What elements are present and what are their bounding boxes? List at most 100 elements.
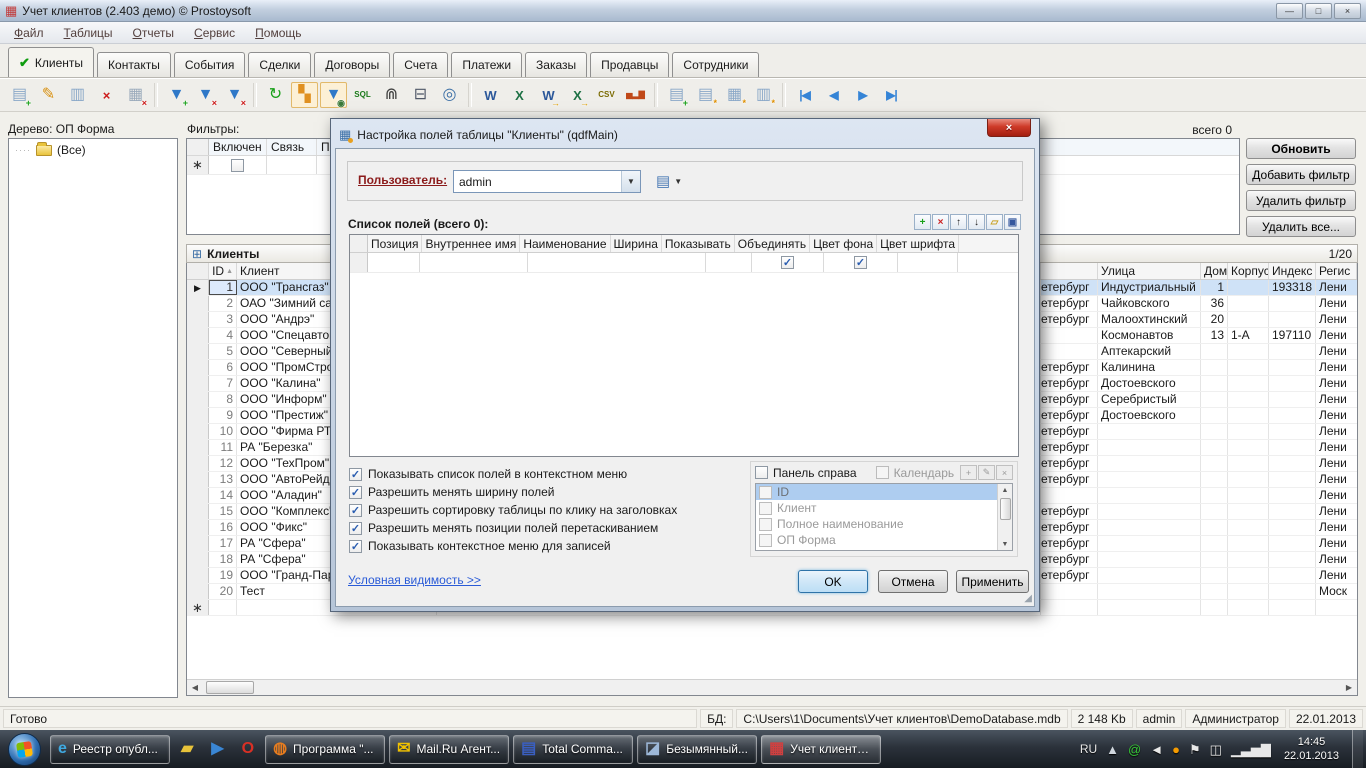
calendar-checkbox[interactable] [876, 466, 889, 479]
toolbar-icon[interactable]: ▶| [878, 82, 905, 108]
tab[interactable]: События [174, 52, 246, 77]
col-region[interactable]: Регис [1316, 263, 1357, 279]
tab[interactable]: Сотрудники [672, 52, 759, 77]
tray-icon[interactable]: ▲ [1106, 743, 1119, 756]
list-item-checkbox[interactable] [759, 518, 772, 531]
list-item[interactable]: Полное наименование [756, 516, 997, 532]
col-house[interactable]: Дом [1201, 263, 1228, 279]
toolbar-icon[interactable]: ▥ [64, 82, 91, 108]
option-checkbox[interactable] [349, 522, 362, 535]
toolbar-icon[interactable]: W [477, 82, 504, 108]
fields-table-column[interactable]: Цвет шрифта [877, 235, 959, 252]
toolbar-icon[interactable]: ▼ ◉ [320, 82, 347, 108]
toolbar-icon[interactable]: X → [564, 82, 591, 108]
toolbar-icon[interactable] [654, 83, 658, 107]
option-checkbox[interactable] [349, 486, 362, 499]
toolbar-icon[interactable]: ⊟ [407, 82, 434, 108]
toolbar-icon[interactable]: ✎ [35, 82, 62, 108]
scrollbar-thumb[interactable] [1000, 498, 1011, 520]
filter-action-button[interactable]: Удалить фильтр [1246, 190, 1356, 211]
taskbar-clock[interactable]: 14:45 22.01.2013 [1280, 735, 1343, 764]
fields-toolbar-icon[interactable]: ↓ [968, 214, 985, 230]
toolbar-icon[interactable]: ⋒ [378, 82, 405, 108]
toolbar-icon[interactable]: ▚ [291, 82, 318, 108]
minimize-button[interactable]: — [1276, 3, 1303, 19]
menu-item[interactable]: Отчеты [123, 23, 185, 43]
tab[interactable]: Заказы [525, 52, 587, 77]
toolbar-icon[interactable]: ▤ + [6, 82, 33, 108]
show-field-checkbox[interactable] [781, 256, 794, 269]
close-button[interactable]: × [1334, 3, 1361, 19]
panel-field-icon[interactable]: + [960, 465, 977, 480]
toolbar-icon[interactable]: ▼ × [192, 82, 219, 108]
fields-table-column[interactable]: Объединять [735, 235, 810, 252]
fields-table-column[interactable]: Наименование [520, 235, 610, 252]
horizontal-scrollbar[interactable]: ◀ ▶ [187, 679, 1357, 695]
toolbar-icon[interactable]: ▥ * [750, 82, 777, 108]
toolbar-icon[interactable]: ◀ [820, 82, 847, 108]
toolbar-icon[interactable]: ▤ + [663, 82, 690, 108]
col-id[interactable]: ID▲ [209, 263, 237, 279]
toolbar-icon[interactable]: ▼ × [221, 82, 248, 108]
right-panel-checkbox[interactable] [755, 466, 768, 479]
list-item-checkbox[interactable] [759, 502, 772, 515]
resize-grip[interactable]: ◢ [1024, 593, 1032, 604]
tray-icon[interactable]: @ [1128, 743, 1141, 756]
dialog-close-button[interactable]: × [987, 119, 1031, 137]
filters-col-relation[interactable]: Связь [267, 139, 317, 155]
user-label[interactable]: Пользователь: [358, 173, 447, 187]
taskbar-button[interactable]: e Реестр опубл... [50, 735, 170, 764]
start-button[interactable] [8, 733, 41, 766]
fields-toolbar-icon[interactable]: × [932, 214, 949, 230]
toolbar-icon[interactable]: W → [535, 82, 562, 108]
ok-button[interactable]: OK [798, 570, 868, 593]
option-checkbox[interactable] [349, 468, 362, 481]
menu-item[interactable]: Файл [4, 23, 54, 43]
toolbar-icon[interactable]: ▼ + [163, 82, 190, 108]
filters-col-enabled[interactable]: Включен [209, 139, 267, 155]
scroll-up-icon[interactable]: ▲ [1002, 484, 1009, 496]
maximize-button[interactable]: □ [1305, 3, 1332, 19]
tray-icon[interactable]: ▁▃▅▇ [1231, 743, 1271, 756]
toolbar-icon[interactable] [253, 83, 257, 107]
toolbar-icon[interactable]: ▅▂▇ [622, 82, 649, 108]
fields-toolbar-icon[interactable]: ▱ [986, 214, 1003, 230]
fields-table-row[interactable] [350, 253, 1018, 273]
filter-enabled-checkbox[interactable] [231, 159, 244, 172]
show-desktop-button[interactable] [1352, 730, 1363, 768]
taskbar-button[interactable]: ▦ Учет клиенто... [761, 735, 881, 764]
fields-toolbar-icon[interactable]: ▣ [1004, 214, 1021, 230]
col-street[interactable]: Улица [1098, 263, 1201, 279]
filter-action-button[interactable]: Удалить все... [1246, 216, 1356, 237]
toolbar-icon[interactable]: X [506, 82, 533, 108]
toolbar-icon[interactable]: |◀ [791, 82, 818, 108]
menu-item[interactable]: Таблицы [54, 23, 123, 43]
toolbar-icon[interactable]: × [93, 82, 120, 108]
toolbar-icon[interactable]: SQL [349, 82, 376, 108]
taskbar-button[interactable]: ▶ [204, 735, 230, 764]
col-index[interactable]: Индекс [1269, 263, 1316, 279]
toolbar-icon[interactable]: ◎ [436, 82, 463, 108]
toolbar-icon[interactable] [154, 83, 158, 107]
panel-field-icon[interactable]: × [996, 465, 1013, 480]
menu-item[interactable]: Сервис [184, 23, 245, 43]
cancel-button[interactable]: Отмена [878, 570, 948, 593]
user-combobox[interactable]: admin ▼ [453, 170, 641, 193]
toolbar-icon[interactable]: ▶ [849, 82, 876, 108]
list-item-checkbox[interactable] [759, 486, 772, 499]
taskbar-button[interactable]: ◪ Безымянный... [637, 735, 757, 764]
toolbar-icon[interactable]: ▦ × [122, 82, 149, 108]
tray-icon[interactable]: ◄ [1150, 743, 1163, 756]
toolbar-icon[interactable] [468, 83, 472, 107]
tray-icon[interactable]: ● [1172, 743, 1180, 756]
tab[interactable]: Счета [393, 52, 448, 77]
list-item-checkbox[interactable] [759, 534, 772, 547]
scroll-right-icon[interactable]: ▶ [1341, 680, 1357, 695]
option-checkbox[interactable] [349, 504, 362, 517]
tab[interactable]: Платежи [451, 52, 522, 77]
menu-item[interactable]: Помощь [245, 23, 311, 43]
tray-icon[interactable]: ◫ [1210, 743, 1222, 756]
fields-table-column[interactable]: Внутреннее имя [422, 235, 520, 252]
tab[interactable]: ✔ Клиенты [8, 47, 94, 77]
option-checkbox[interactable] [349, 540, 362, 553]
